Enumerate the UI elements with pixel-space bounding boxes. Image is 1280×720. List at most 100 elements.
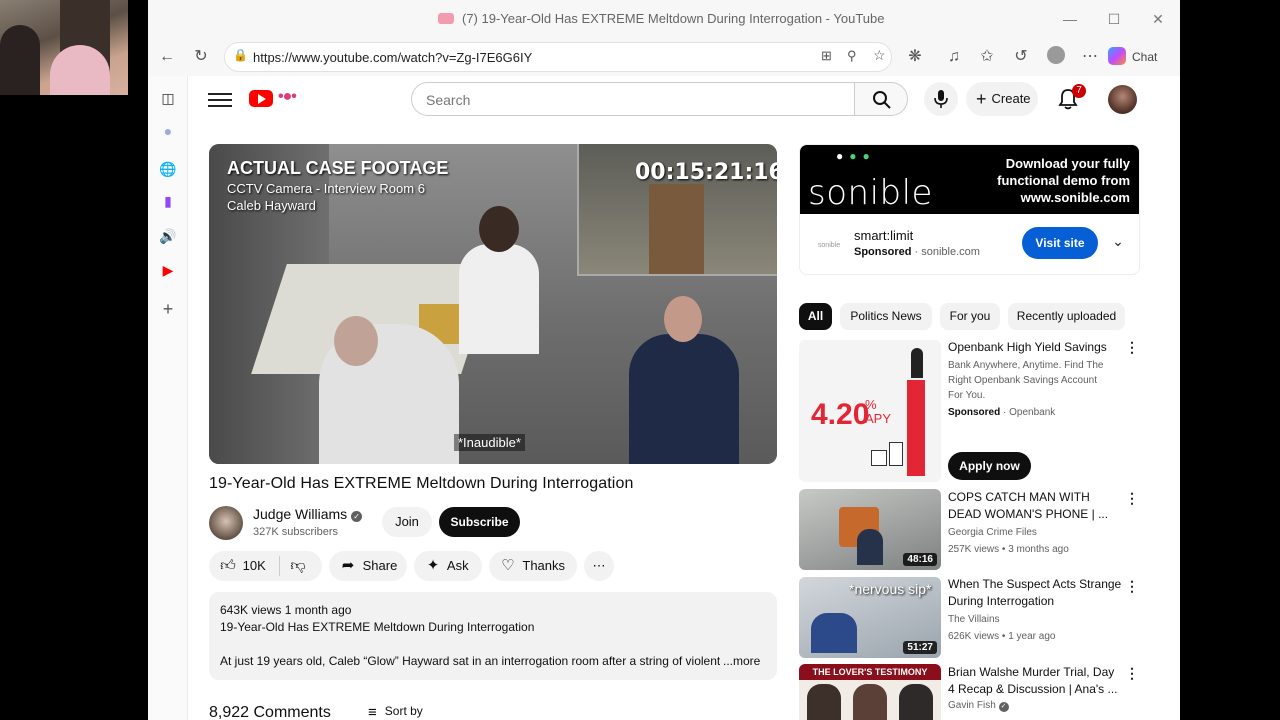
chip-for-you[interactable]: For you	[940, 303, 1000, 330]
notification-badge: 7	[1072, 84, 1086, 98]
extensions-icon[interactable]: ❋	[902, 44, 928, 70]
twitch-icon[interactable]: ▮	[158, 191, 178, 211]
rec-channel-suspect[interactable]: The Villains	[948, 614, 1000, 625]
youtube-doodle[interactable]: •●•	[278, 88, 324, 108]
app-available-icon[interactable]: ⊞	[821, 48, 832, 64]
youtube-logo-icon[interactable]	[249, 90, 273, 107]
ad-brand-logo: sonible	[808, 173, 933, 213]
copilot-sidebar-icon[interactable]: ●	[158, 121, 178, 141]
copilot-chat-button[interactable]: Chat	[1108, 44, 1174, 70]
join-button[interactable]: Join	[382, 507, 432, 537]
maximize-button[interactable]: ☐	[1102, 8, 1126, 30]
rec-thumbnail-cops[interactable]: 48:16	[799, 489, 941, 570]
lock-icon[interactable]: 🔒	[233, 48, 248, 62]
more-vert-icon[interactable]: ⋮	[1125, 665, 1139, 682]
channel-avatar[interactable]	[209, 506, 243, 540]
create-label: Create	[991, 91, 1031, 106]
favorite-star-icon[interactable]: ☆	[873, 47, 886, 64]
channel-name[interactable]: Judge Williams ✓	[253, 506, 363, 522]
refresh-icon[interactable]: ↻	[188, 44, 214, 70]
thumb-suspect	[811, 613, 857, 653]
microphone-icon	[934, 90, 948, 108]
browser-window: (7) 19-Year-Old Has EXTREME Meltdown Dur…	[148, 0, 1180, 720]
rec-title-walshe[interactable]: Brian Walshe Murder Trial, Day 4 Recap &…	[948, 664, 1122, 698]
add-sidebar-icon[interactable]: +	[158, 299, 178, 319]
like-button[interactable]: 👍︎ 10K	[209, 551, 279, 581]
rec-channel-cops[interactable]: Georgia Crime Files	[948, 527, 1037, 538]
rec-title-suspect[interactable]: When The Suspect Acts Strange During Int…	[948, 576, 1122, 610]
hamburger-menu-icon[interactable]	[208, 90, 232, 110]
url-text[interactable]: https://www.youtube.com/watch?v=Zg-I7E6G…	[253, 50, 532, 65]
thanks-label: Thanks	[522, 558, 566, 573]
dislike-button[interactable]: 👎︎	[287, 551, 317, 581]
rec-channel-walshe[interactable]: Gavin Fish ✓	[948, 700, 1009, 712]
video-subtitle: *Inaudible*	[454, 434, 525, 451]
more-vert-icon[interactable]: ⋮	[1125, 490, 1139, 507]
chip-recently-uploaded[interactable]: Recently uploaded	[1008, 303, 1125, 330]
thanks-heart-icon: ♡	[501, 557, 515, 574]
channel-name-text[interactable]: Judge Williams	[253, 506, 347, 522]
rec-channel-walshe-text[interactable]: Gavin Fish	[948, 700, 996, 711]
search-input[interactable]: Search	[426, 92, 470, 108]
ad-banner[interactable]: ●●● sonible Download your fully function…	[800, 145, 1139, 214]
chevron-down-icon[interactable]: ⌄	[1108, 233, 1128, 253]
edge-sidebar: ◫ ● 🌐 ▮ 🔊 ▶ +	[148, 76, 188, 720]
video-detective-two	[629, 334, 739, 464]
globe-icon[interactable]: 🌐	[158, 159, 178, 179]
chip-all[interactable]: All	[799, 303, 832, 330]
sort-comments-button[interactable]: ≡ Sort by	[368, 704, 423, 720]
views-and-date: 643K views 1 month ago	[220, 603, 352, 617]
rec-title-cops[interactable]: COPS CATCH MAN WITH DEAD WOMAN'S PHONE |…	[948, 489, 1122, 523]
more-vert-icon[interactable]: ⋮	[1125, 339, 1139, 356]
rec-thumbnail-walshe[interactable]: THE LOVER'S TESTIMONY	[799, 664, 941, 720]
video-duration: 51:27	[903, 641, 937, 654]
video-caption-title: ACTUAL CASE FOOTAGE	[227, 158, 449, 178]
back-icon[interactable]: ←	[154, 44, 180, 70]
title-bar: (7) 19-Year-Old Has EXTREME Meltdown Dur…	[148, 0, 1180, 38]
video-player[interactable]: ACTUAL CASE FOOTAGE CCTV Camera - Interv…	[209, 144, 777, 464]
openbank-box	[871, 450, 887, 466]
sponsored-ad-card[interactable]: ●●● sonible Download your fully function…	[799, 144, 1140, 275]
sparkle-icon: ✦	[426, 557, 440, 574]
voice-search-button[interactable]	[924, 82, 958, 116]
favorites-icon[interactable]: ✩	[974, 44, 1000, 70]
rec-thumbnail-suspect[interactable]: *nervous sip* 51:27	[799, 577, 941, 658]
zoom-icon[interactable]: ⚲	[847, 48, 857, 64]
more-vert-icon[interactable]: ⋮	[1125, 578, 1139, 595]
user-avatar[interactable]	[1108, 85, 1137, 114]
subscribe-button[interactable]: Subscribe	[439, 507, 520, 537]
more-actions-button[interactable]: ⋯	[584, 551, 614, 581]
openbank-ad-thumbnail[interactable]: 4.20 % APY	[799, 340, 941, 482]
apply-now-button[interactable]: Apply now	[948, 452, 1031, 480]
minimize-button[interactable]: —	[1058, 8, 1082, 30]
search-button[interactable]	[854, 82, 908, 116]
notifications-button[interactable]: 7	[1058, 84, 1088, 114]
visit-site-button[interactable]: Visit site	[1022, 227, 1098, 259]
history-icon[interactable]: ↺	[1008, 44, 1034, 70]
nav-bar: ← ↻ 🔒 https://www.youtube.com/watch?v=Zg…	[148, 38, 1180, 76]
video-title: 19-Year-Old Has EXTREME Meltdown During …	[209, 475, 634, 492]
thanks-button[interactable]: ♡ Thanks	[489, 551, 577, 581]
chip-politics-news[interactable]: Politics News	[840, 303, 932, 330]
profile-icon[interactable]	[1043, 44, 1069, 70]
rec-title-openbank[interactable]: Openbank High Yield Savings	[948, 339, 1122, 356]
share-button[interactable]: ➦ Share	[329, 551, 407, 581]
create-button[interactable]: + Create	[966, 82, 1038, 116]
youtube-sidebar-icon[interactable]: ▶	[158, 260, 178, 280]
media-icon[interactable]: ♫	[941, 44, 967, 70]
show-more-link[interactable]: ...more	[723, 654, 760, 668]
search-box[interactable]: Search	[411, 82, 855, 116]
video-caption-line3: Caleb Hayward	[227, 198, 316, 213]
description-box[interactable]: 643K views 1 month ago 19-Year-Old Has E…	[209, 592, 777, 680]
close-button[interactable]: ✕	[1146, 8, 1170, 30]
tab-actions-icon[interactable]: ◫	[158, 88, 178, 108]
ask-button[interactable]: ✦ Ask	[414, 551, 482, 581]
speaker-icon[interactable]: 🔊	[158, 226, 178, 246]
video-timestamp: 00:15:21:16	[635, 160, 777, 185]
chat-label: Chat	[1132, 50, 1158, 64]
address-bar[interactable]: 🔒 https://www.youtube.com/watch?v=Zg-I7E…	[224, 42, 892, 72]
more-options-icon[interactable]: ⋯	[1077, 44, 1103, 70]
thumbs-up-icon: 👍︎	[220, 557, 236, 574]
ad-product-name: smart:limit	[854, 228, 914, 243]
video-detective-two-head	[664, 296, 702, 342]
